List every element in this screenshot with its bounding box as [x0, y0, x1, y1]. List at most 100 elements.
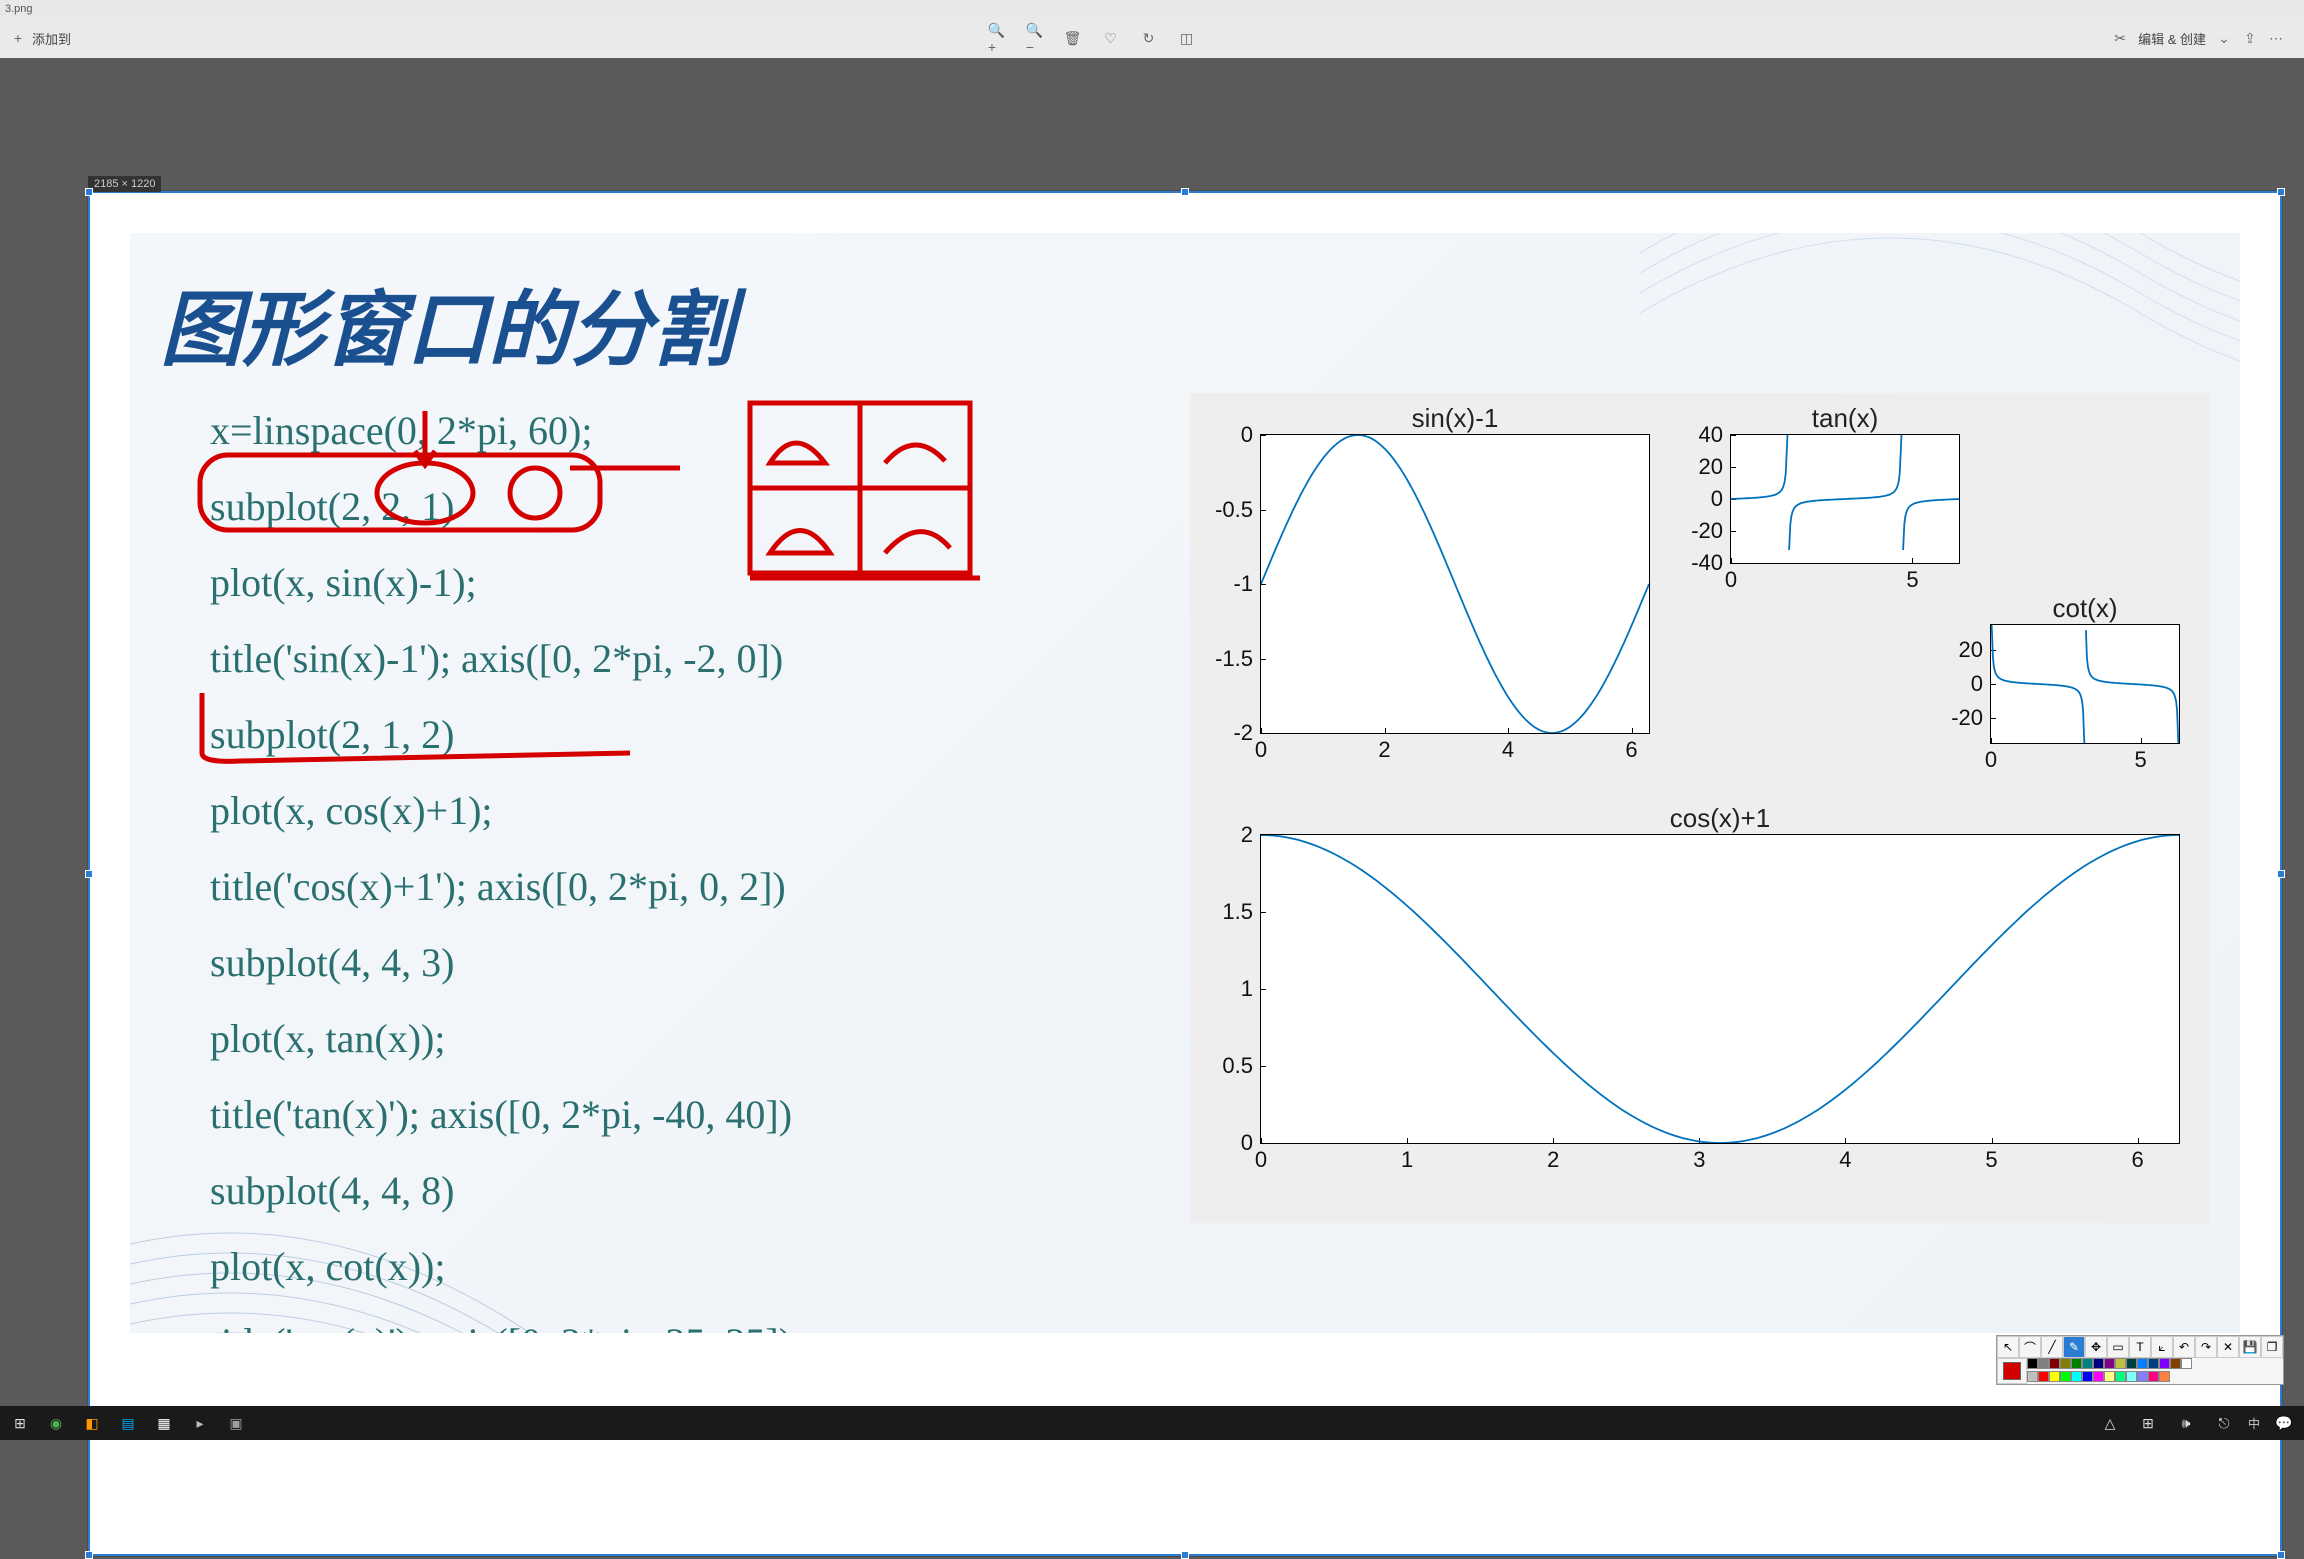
color-swatch[interactable] [2159, 1371, 2170, 1382]
tool-undo[interactable]: ↶ [2173, 1336, 2195, 1358]
color-swatch[interactable] [2082, 1371, 2093, 1382]
tool-rect[interactable]: ▭ [2107, 1336, 2129, 1358]
ytick-label: -1 [1233, 571, 1261, 597]
resize-handle-bm[interactable] [1181, 1551, 1189, 1559]
color-swatch[interactable] [2126, 1371, 2137, 1382]
task-item[interactable]: ◉ [42, 1410, 70, 1436]
annotation-toolbar[interactable]: ↖ ⌒ ╱ ✎ ✥ ▭ T ⟀ ↶ ↷ ✕ 💾 ❐ [1996, 1335, 2284, 1385]
more-icon[interactable]: ⋯ [2268, 30, 2284, 46]
tray-icon[interactable]: ⊞ [2134, 1410, 2162, 1436]
tool-line[interactable]: ╱ [2041, 1336, 2063, 1358]
edit-tools-icon[interactable]: ✂ [2112, 30, 2128, 46]
color-swatch[interactable] [2071, 1358, 2082, 1369]
task-item[interactable]: ◧ [78, 1410, 106, 1436]
add-to-label[interactable]: 添加到 [32, 29, 71, 48]
color-swatch[interactable] [2137, 1371, 2148, 1382]
start-button[interactable]: ⊞ [6, 1410, 34, 1436]
chart-title-cos: cos(x)+1 [1260, 803, 2180, 834]
color-swatch[interactable] [2148, 1371, 2159, 1382]
code-line: plot(x, tan(x)); [210, 1001, 792, 1077]
resize-handle-mr[interactable] [2277, 870, 2285, 878]
xtick-label: 0 [1725, 563, 1737, 593]
color-swatch[interactable] [2148, 1358, 2159, 1369]
tool-arc[interactable]: ⌒ [2019, 1336, 2041, 1358]
zoom-in-icon[interactable]: 🔍+ [989, 30, 1005, 46]
color-swatch[interactable] [2170, 1358, 2181, 1369]
color-swatch[interactable] [2049, 1358, 2060, 1369]
task-item[interactable]: ▣ [222, 1410, 250, 1436]
code-line: plot(x, cos(x)+1); [210, 773, 792, 849]
code-line: subplot(2, 1, 2) [210, 697, 792, 773]
code-line: x=linspace(0, 2*pi, 60); [210, 393, 792, 469]
task-item[interactable]: ▤ [114, 1410, 142, 1436]
tool-close[interactable]: ✕ [2217, 1336, 2239, 1358]
slide-content: 图形窗口的分割 x=linspace(0, 2*pi, 60); subplot… [130, 233, 2240, 1333]
tool-save[interactable]: 💾 [2239, 1336, 2261, 1358]
resize-handle-tr[interactable] [2277, 188, 2285, 196]
color-swatch[interactable] [2038, 1371, 2049, 1382]
tray-icon[interactable]: 🕪 [2172, 1410, 2200, 1436]
color-swatch[interactable] [2104, 1371, 2115, 1382]
task-item[interactable]: ▦ [150, 1410, 178, 1436]
code-line: title('sin(x)-1'); axis([0, 2*pi, -2, 0]… [210, 621, 792, 697]
ime-indicator[interactable]: 中 [2248, 1415, 2260, 1432]
zoom-out-icon[interactable]: 🔍− [1027, 30, 1043, 46]
crop-icon[interactable]: ◫ [1179, 30, 1195, 46]
resize-handle-ml[interactable] [85, 870, 93, 878]
ytick-label: 1.5 [1222, 899, 1261, 925]
color-swatch[interactable] [2027, 1371, 2038, 1382]
xtick-label: 2 [1378, 733, 1390, 763]
tool-pointer[interactable]: ↖ [1997, 1336, 2019, 1358]
color-swatch[interactable] [2060, 1371, 2071, 1382]
ytick-label: 0 [1971, 671, 1991, 697]
current-color[interactable] [1997, 1358, 2027, 1384]
ytick-label: 0.5 [1222, 1053, 1261, 1079]
tool-redo[interactable]: ↷ [2195, 1336, 2217, 1358]
resize-handle-bl[interactable] [85, 1551, 93, 1559]
color-swatch[interactable] [2082, 1358, 2093, 1369]
share-icon[interactable]: ⇪ [2242, 30, 2258, 46]
resize-handle-tm[interactable] [1181, 188, 1189, 196]
color-swatch[interactable] [2060, 1358, 2071, 1369]
code-line: title('cos(x)+1'); axis([0, 2*pi, 0, 2]) [210, 849, 792, 925]
task-item[interactable]: ▸ [186, 1410, 214, 1436]
color-swatch[interactable] [2093, 1358, 2104, 1369]
color-swatch[interactable] [2115, 1371, 2126, 1382]
color-swatch[interactable] [2137, 1358, 2148, 1369]
tool-text[interactable]: T [2129, 1336, 2151, 1358]
charts-panel: sin(x)-1 0-0.5-1-1.5-20246 tan(x) 40200-… [1190, 393, 2210, 1223]
notification-icon[interactable]: 💬 [2270, 1410, 2298, 1436]
ytick-label: 20 [1959, 637, 1991, 663]
tray-icon[interactable]: ⎋ [2210, 1410, 2238, 1436]
color-swatch[interactable] [2115, 1358, 2126, 1369]
color-swatch[interactable] [2126, 1358, 2137, 1369]
code-line: subplot(4, 4, 8) [210, 1153, 792, 1229]
image-selection[interactable]: 图形窗口的分割 x=linspace(0, 2*pi, 60); subplot… [88, 191, 2282, 1556]
chart-title-tan: tan(x) [1730, 403, 1960, 434]
favorite-icon[interactable]: ♡ [1103, 30, 1119, 46]
color-swatch[interactable] [2027, 1358, 2038, 1369]
ytick-label: 0 [1241, 422, 1261, 448]
rotate-icon[interactable]: ↻ [1141, 30, 1157, 46]
tool-copy[interactable]: ❐ [2261, 1336, 2283, 1358]
xtick-label: 6 [1625, 733, 1637, 763]
color-swatch[interactable] [2159, 1358, 2170, 1369]
color-swatch[interactable] [2104, 1358, 2115, 1369]
delete-icon[interactable]: 🗑 [1065, 30, 1081, 46]
resize-handle-br[interactable] [2277, 1551, 2285, 1559]
color-palette[interactable] [2027, 1358, 2197, 1384]
resize-handle-tl[interactable] [85, 188, 93, 196]
ytick-label: 2 [1241, 822, 1261, 848]
add-icon[interactable]: + [10, 30, 26, 46]
color-swatch[interactable] [2093, 1371, 2104, 1382]
chevron-down-icon[interactable]: ⌄ [2216, 30, 2232, 46]
color-swatch[interactable] [2181, 1358, 2192, 1369]
tray-icon[interactable]: △ [2096, 1410, 2124, 1436]
tool-pen[interactable]: ✎ [2063, 1336, 2085, 1358]
tool-drag[interactable]: ✥ [2085, 1336, 2107, 1358]
color-swatch[interactable] [2038, 1358, 2049, 1369]
color-swatch[interactable] [2071, 1371, 2082, 1382]
color-swatch[interactable] [2049, 1371, 2060, 1382]
tool-eyedrop[interactable]: ⟀ [2151, 1336, 2173, 1358]
edit-create-label[interactable]: 编辑 & 创建 [2138, 29, 2206, 48]
